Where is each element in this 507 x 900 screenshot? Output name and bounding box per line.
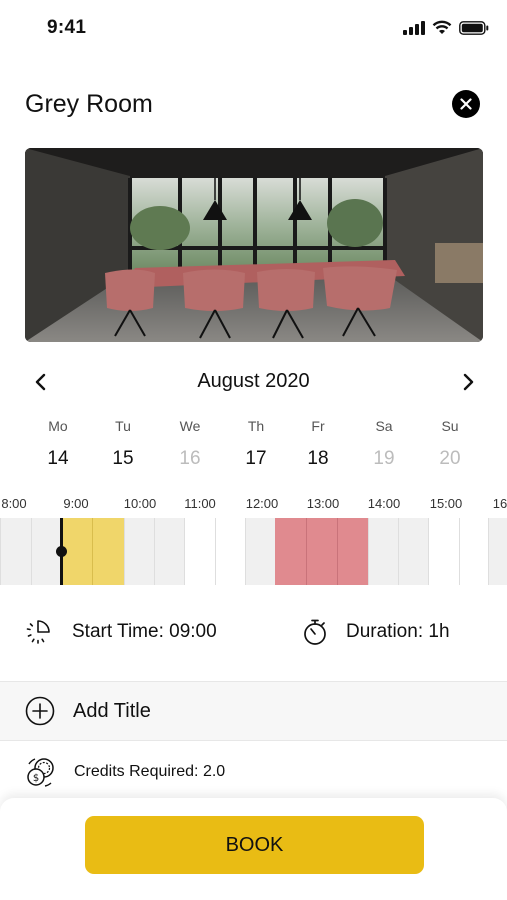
add-title-label: Add Title bbox=[73, 699, 151, 722]
start-time-selector[interactable]: Start Time: 09:00 bbox=[24, 618, 217, 646]
add-circle-icon bbox=[25, 696, 55, 726]
status-time: 9:41 bbox=[47, 17, 87, 38]
day-friday[interactable]: Fr 18 bbox=[293, 418, 343, 470]
slot-divider bbox=[337, 518, 338, 585]
day-name: Mo bbox=[48, 418, 68, 434]
day-sunday[interactable]: Su 20 bbox=[425, 418, 475, 470]
stopwatch-icon bbox=[304, 619, 326, 645]
day-name: Fr bbox=[311, 418, 325, 434]
hour-label: 15:00 bbox=[429, 496, 463, 511]
hour-label: 12:00 bbox=[245, 496, 279, 511]
hour-label: 8:00 bbox=[1, 496, 27, 511]
time-slot[interactable] bbox=[368, 518, 398, 585]
add-title-row[interactable]: Add Title bbox=[0, 681, 507, 741]
day-selector: Mo 14 Tu 15 We 16 Th 17 Fr 18 Sa 19 Su 2… bbox=[0, 418, 507, 474]
booking-info-row: Start Time: 09:00 Duration: 1h bbox=[0, 618, 507, 654]
time-slot-track[interactable] bbox=[0, 518, 507, 585]
day-tuesday[interactable]: Tu 15 bbox=[98, 418, 148, 470]
time-slot[interactable] bbox=[398, 518, 428, 585]
day-name: We bbox=[179, 418, 201, 434]
day-number: 14 bbox=[47, 448, 69, 469]
day-name: Sa bbox=[375, 418, 393, 434]
day-number: 15 bbox=[112, 448, 134, 469]
day-wednesday[interactable]: We 16 bbox=[165, 418, 215, 470]
hour-label: 16 bbox=[492, 496, 507, 511]
wifi-icon bbox=[432, 20, 452, 34]
time-timeline: 8:00 9:00 10:00 11:00 12:00 13:00 14:00 … bbox=[0, 494, 507, 592]
clock-start-icon bbox=[26, 620, 50, 644]
day-name: Su bbox=[441, 418, 459, 434]
slot-divider bbox=[92, 518, 93, 585]
hour-label: 10:00 bbox=[123, 496, 157, 511]
day-number: 19 bbox=[373, 448, 395, 469]
selected-time-slot[interactable] bbox=[62, 518, 124, 585]
time-slot[interactable] bbox=[184, 518, 215, 585]
time-slot[interactable] bbox=[154, 518, 184, 585]
day-number: 18 bbox=[307, 448, 329, 469]
next-month-button[interactable] bbox=[457, 370, 479, 394]
month-nav: August 2020 bbox=[0, 368, 507, 396]
day-monday[interactable]: Mo 14 bbox=[33, 418, 83, 470]
book-button[interactable]: BOOK bbox=[85, 816, 424, 874]
signal-icon bbox=[403, 20, 425, 35]
day-number: 17 bbox=[245, 448, 267, 469]
time-slot[interactable] bbox=[245, 518, 275, 585]
room-title: Grey Room bbox=[25, 90, 153, 118]
time-slot[interactable] bbox=[215, 518, 245, 585]
duration-label: Duration: 1h bbox=[346, 621, 450, 642]
time-slot[interactable] bbox=[124, 518, 154, 585]
status-icons bbox=[403, 20, 489, 35]
day-thursday[interactable]: Th 17 bbox=[231, 418, 281, 470]
day-number: 16 bbox=[179, 448, 201, 469]
battery-icon bbox=[459, 20, 489, 35]
room-photo bbox=[25, 148, 483, 342]
day-number: 20 bbox=[439, 448, 461, 469]
hour-label: 11:00 bbox=[184, 496, 216, 511]
time-slot[interactable] bbox=[488, 518, 507, 585]
day-saturday[interactable]: Sa 19 bbox=[359, 418, 409, 470]
day-name: Th bbox=[247, 418, 265, 434]
close-button[interactable] bbox=[452, 90, 480, 118]
header: Grey Room bbox=[0, 88, 507, 124]
hour-label: 9:00 bbox=[63, 496, 89, 511]
time-slot[interactable] bbox=[428, 518, 459, 585]
svg-text:$: $ bbox=[33, 773, 39, 784]
hour-label: 13:00 bbox=[306, 496, 340, 511]
hour-label: 14:00 bbox=[367, 496, 401, 511]
chevron-right-icon bbox=[463, 373, 474, 391]
slot-divider bbox=[306, 518, 307, 585]
day-name: Tu bbox=[115, 418, 131, 434]
credits-row: $ Credits Required: 2.0 bbox=[0, 752, 507, 792]
coins-icon: $ bbox=[27, 758, 54, 787]
booked-time-slot bbox=[275, 518, 368, 585]
bottom-action-panel: BOOK bbox=[0, 798, 507, 900]
duration-selector[interactable]: Duration: 1h bbox=[302, 618, 450, 646]
time-slot[interactable] bbox=[459, 518, 488, 585]
close-icon bbox=[460, 98, 472, 110]
status-bar: 9:41 bbox=[0, 0, 507, 56]
month-label: August 2020 bbox=[197, 370, 310, 392]
meeting-room-image bbox=[25, 148, 483, 342]
credits-required-label: Credits Required: 2.0 bbox=[74, 763, 226, 780]
start-time-label: Start Time: 09:00 bbox=[72, 621, 217, 642]
start-handle[interactable] bbox=[56, 546, 67, 557]
time-slot[interactable] bbox=[0, 518, 31, 585]
